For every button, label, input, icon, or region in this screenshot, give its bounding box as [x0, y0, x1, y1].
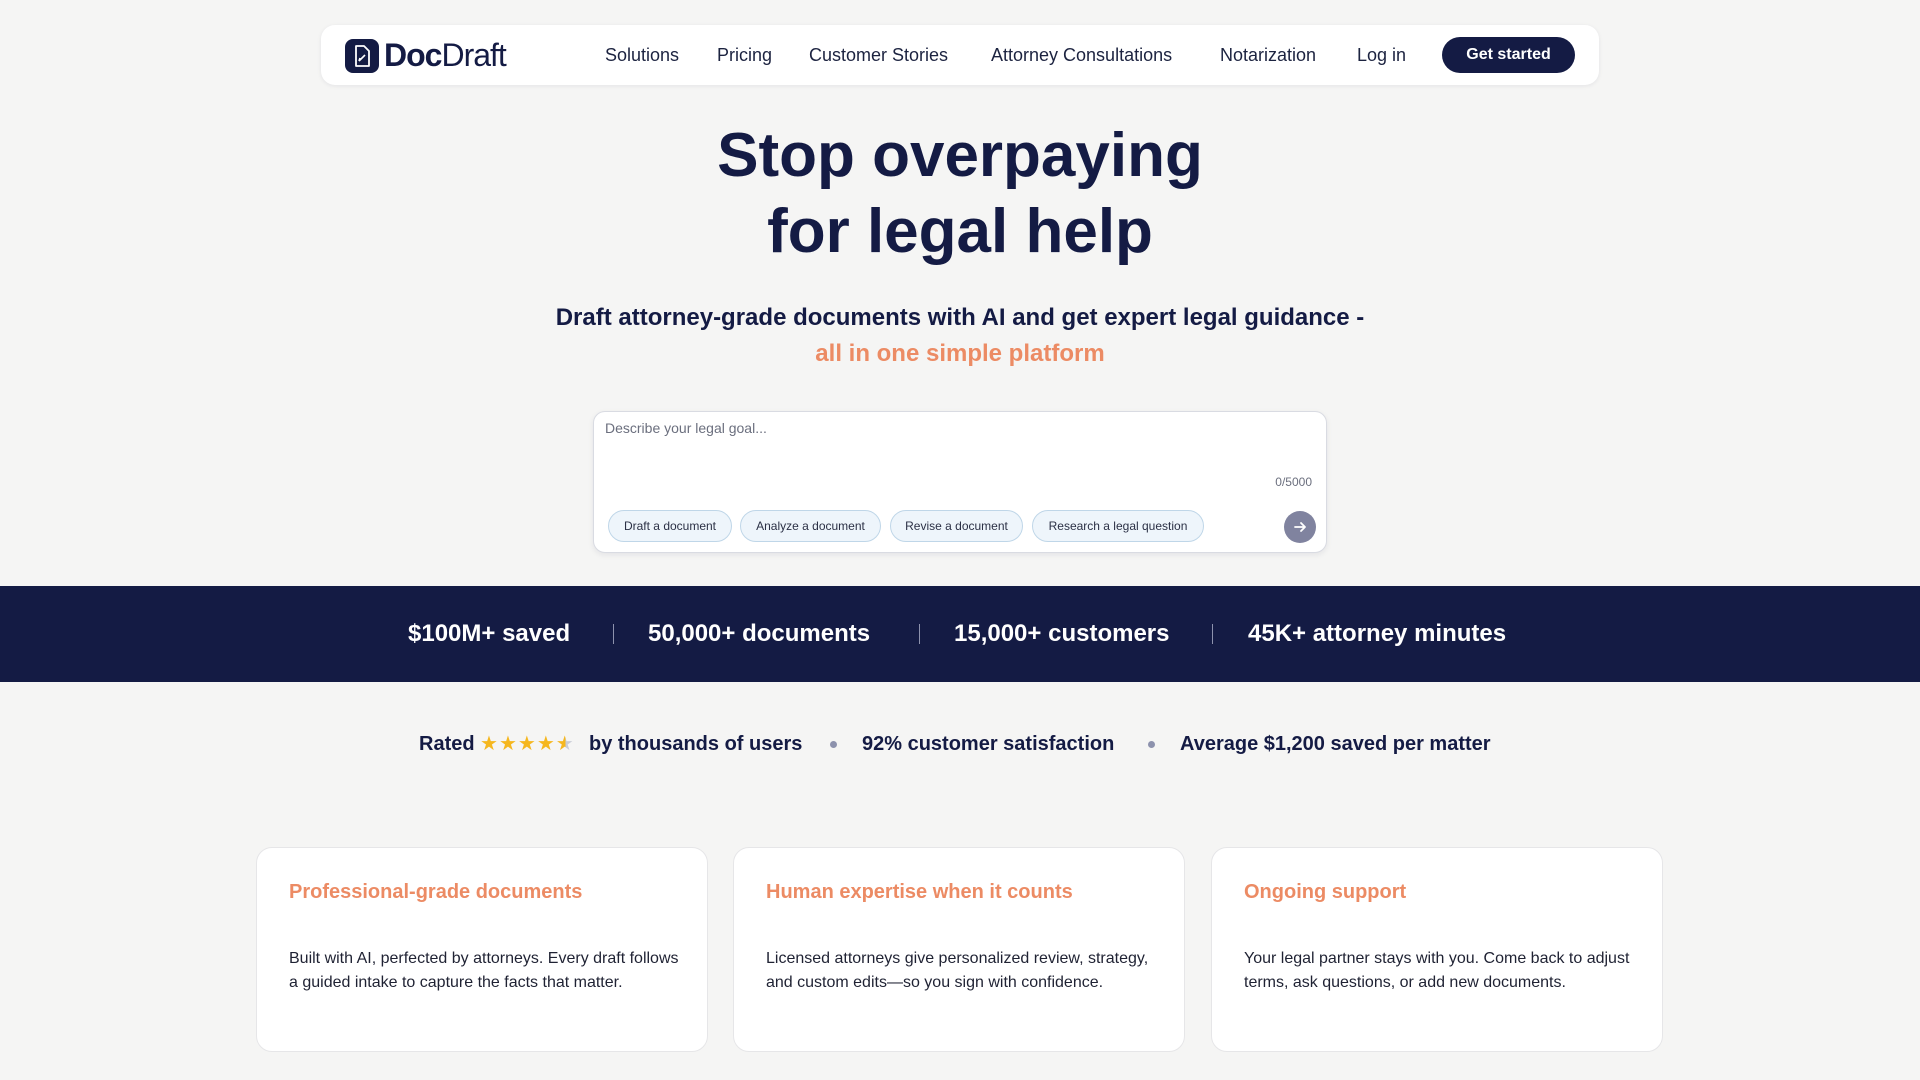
rated-suffix: by thousands of users: [589, 733, 803, 755]
feature-card-body: Your legal partner stays with you. Come …: [1244, 950, 1630, 991]
savings-text: Average $1,200 saved per matter: [1180, 733, 1491, 755]
stat-documents: 50,000+ documents: [648, 620, 871, 647]
feature-card-body: Licensed attorneys give personalized rev…: [766, 950, 1149, 991]
legal-goal-input[interactable]: [605, 420, 1305, 470]
stat-divider: [1212, 624, 1213, 644]
document-icon: [345, 38, 379, 73]
star-icon: ★: [480, 733, 499, 755]
nav-solutions[interactable]: Solutions: [605, 25, 679, 85]
arrow-right-icon: [1294, 522, 1306, 532]
feature-card-title: Human expertise when it counts: [766, 881, 1073, 903]
feature-card-expertise: Human expertise when it counts Licensed …: [733, 847, 1185, 1052]
satisfaction-text: 92% customer satisfaction: [862, 733, 1115, 755]
nav-customer-stories[interactable]: Customer Stories: [809, 25, 948, 85]
nav-notarization[interactable]: Notarization: [1220, 25, 1316, 85]
stat-attorney-minutes: 45K+ attorney minutes: [1248, 620, 1507, 647]
feature-card-support: Ongoing support Your legal partner stays…: [1211, 847, 1663, 1052]
stat-saved: $100M+ saved: [408, 620, 571, 647]
star-icon: ★: [536, 733, 556, 755]
hero-title: Stop overpaying for legal help: [0, 118, 1920, 270]
nav-attorney-consultations[interactable]: Attorney Consultations: [991, 25, 1172, 85]
chip-draft-document[interactable]: Draft a document: [608, 510, 732, 542]
get-started-button[interactable]: Get started: [1442, 37, 1575, 73]
chip-research-legal-question[interactable]: Research a legal question: [1032, 510, 1204, 542]
star-icon: ★: [517, 733, 537, 755]
hero-title-line-1: Stop overpaying: [717, 121, 1203, 190]
chip-revise-document[interactable]: Revise a document: [890, 510, 1023, 542]
feature-card-title: Ongoing support: [1244, 881, 1407, 903]
star-half-icon: ★: [556, 728, 575, 760]
chip-analyze-document[interactable]: Analyze a document: [740, 510, 881, 542]
legal-goal-prompt: 0/5000 Draft a document Analyze a docume…: [593, 411, 1327, 553]
brand-logo[interactable]: DocDraft: [345, 37, 507, 74]
nav-log-in[interactable]: Log in: [1357, 25, 1406, 85]
character-counter: 0/5000: [1275, 475, 1312, 489]
rated-label: Rated: [419, 733, 475, 755]
nav-pricing[interactable]: Pricing: [717, 25, 772, 85]
stats-band: $100M+ saved 50,000+ documents 15,000+ c…: [0, 586, 1920, 682]
feature-card-title: Professional-grade documents: [289, 881, 583, 903]
feature-card-documents: Professional-grade documents Built with …: [256, 847, 708, 1052]
feature-card-body: Built with AI, perfected by attorneys. E…: [289, 950, 679, 991]
hero-title-line-2: for legal help: [767, 197, 1153, 266]
hero-subtitle: Draft attorney-grade documents with AI a…: [555, 304, 1365, 331]
top-nav: DocDraft Solutions Pricing Customer Stor…: [321, 25, 1599, 85]
send-button[interactable]: [1284, 511, 1316, 543]
star-rating: ★★★★★: [480, 728, 575, 760]
separator-dot: [1148, 741, 1155, 748]
stat-divider: [919, 624, 920, 644]
stat-customers: 15,000+ customers: [954, 620, 1170, 647]
brand-name: DocDraft: [384, 37, 507, 73]
stat-divider: [613, 624, 614, 644]
separator-dot: [830, 741, 837, 748]
hero-accent-text: all in one simple platform: [815, 340, 1105, 367]
star-icon: ★: [498, 733, 518, 755]
